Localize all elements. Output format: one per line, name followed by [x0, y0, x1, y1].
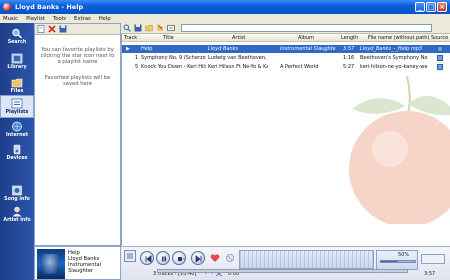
playlist-view-button[interactable]	[124, 250, 136, 262]
nav-artist-info[interactable]: Artist info	[0, 203, 34, 226]
app-icon	[3, 3, 11, 11]
save-playlist-icon[interactable]	[59, 25, 67, 33]
source-icon	[437, 64, 443, 70]
ban-icon[interactable]	[225, 253, 235, 263]
delete-playlist-icon[interactable]	[48, 25, 56, 33]
volume-slider[interactable]	[380, 260, 416, 263]
heart-icon[interactable]	[210, 253, 220, 263]
nav-search[interactable]: Search	[0, 25, 34, 48]
volume-panel: 50%	[376, 250, 418, 270]
library-icon	[11, 53, 23, 64]
title-bar: Lloyd Banks - Help _ □ ×	[0, 0, 450, 14]
nav-library[interactable]: Library	[0, 50, 34, 73]
folder-icon	[11, 78, 23, 88]
playlists-panel: You can favorite playlists by clicking t…	[34, 23, 121, 246]
menu-help[interactable]: Help	[99, 16, 111, 22]
artist-info-icon	[12, 206, 22, 217]
playlists-toolbar	[35, 24, 120, 35]
pause-icon	[162, 256, 166, 262]
nav-devices[interactable]: Devices	[0, 141, 34, 164]
seek-bar[interactable]	[157, 269, 408, 273]
list-icon	[127, 253, 133, 259]
magnifier-icon	[12, 28, 23, 39]
maximize-button[interactable]: □	[426, 2, 436, 12]
now-playing-panel: Help Lloyd Banks Instrumental Slaughter	[34, 246, 121, 280]
nav-playlists[interactable]: Playlists	[0, 95, 34, 118]
table-row[interactable]: 5 Knock You Down - Keri Hilso Keri Hilso…	[122, 63, 450, 71]
window-title: Lloyd Banks - Help	[15, 3, 84, 11]
column-title[interactable]: Title	[163, 35, 174, 41]
table-row[interactable]: 1 Symphony No. 9 (Scherzo) Ludwig van Be…	[122, 54, 450, 62]
open-folder-icon[interactable]	[145, 24, 153, 32]
column-length[interactable]: Length	[341, 35, 358, 41]
total-time: 3:57	[424, 271, 436, 277]
globe-icon	[12, 121, 22, 132]
player-controls: 50% 3 tracks - [10:40] 0:00 3:57	[121, 246, 450, 280]
nav-artist-info-label: Artist info	[3, 218, 31, 223]
nav-internet[interactable]: Internet	[0, 118, 34, 141]
menu-extras[interactable]: Extras	[74, 16, 91, 22]
column-album[interactable]: Album	[298, 35, 314, 41]
nav-internet-label: Internet	[5, 133, 29, 138]
menu-bar: Music Playlist Tools Extras Help	[0, 14, 450, 23]
album-cover	[37, 249, 65, 279]
track-list: Track Title Artist Album Length File nam…	[121, 34, 450, 246]
clear-icon[interactable]	[156, 24, 164, 32]
stop-button[interactable]	[172, 251, 186, 265]
search-icon[interactable]	[123, 24, 131, 32]
playing-indicator-icon: ▶	[126, 46, 130, 52]
nav-song-info[interactable]: Song info	[0, 182, 34, 205]
column-artist[interactable]: Artist	[232, 35, 245, 41]
now-playing-album: Instrumental Slaughter	[68, 262, 102, 274]
devices-icon	[13, 144, 21, 155]
favorite-saved-hint: Favorited playlists will be saved here	[44, 74, 111, 87]
menu-playlist[interactable]: Playlist	[26, 16, 45, 22]
column-source[interactable]: Source	[431, 35, 448, 41]
menu-music[interactable]: Music	[3, 16, 18, 22]
nav-devices-label: Devices	[6, 156, 28, 161]
track-list-header: Track Title Artist Album Length File nam…	[122, 34, 450, 42]
nav-search-label: Search	[7, 40, 27, 45]
column-filename[interactable]: File name (without path)	[368, 35, 429, 41]
volume-fill	[381, 261, 398, 262]
volume-percent: 50%	[398, 252, 410, 258]
song-info-icon	[12, 185, 22, 196]
list-toolbar	[121, 23, 450, 34]
table-row[interactable]: ▶ Help Lloyd Banks Instrumental Slaughte…	[122, 45, 450, 53]
source-icon	[437, 46, 443, 52]
menu-tools[interactable]: Tools	[53, 16, 66, 22]
nav-files[interactable]: Files	[0, 74, 34, 97]
favorite-hint: You can favorite playlists by clicking t…	[40, 47, 115, 66]
pause-button[interactable]	[156, 251, 170, 265]
playlist-icon	[11, 98, 23, 109]
background-fruit-image	[349, 75, 450, 224]
sidebar-nav: Search Library Files Playlists Internet …	[0, 23, 34, 280]
playlist-mode-icon[interactable]	[167, 24, 175, 32]
nav-playlists-label: Playlists	[5, 110, 29, 115]
stop-icon	[178, 257, 185, 261]
previous-icon	[145, 255, 152, 263]
column-track[interactable]: Track	[124, 35, 137, 41]
new-playlist-icon[interactable]	[37, 25, 45, 33]
source-icon	[437, 55, 443, 61]
next-icon	[195, 255, 202, 263]
search-input[interactable]	[181, 24, 432, 32]
nav-song-info-label: Song info	[4, 197, 30, 202]
save-icon[interactable]	[134, 24, 142, 32]
minimize-button[interactable]: _	[415, 2, 425, 12]
visualizer	[239, 250, 374, 269]
nav-library-label: Library	[7, 65, 27, 70]
previous-button[interactable]	[140, 251, 154, 265]
close-button[interactable]: ×	[437, 2, 447, 12]
next-button[interactable]	[191, 251, 205, 265]
nav-files-label: Files	[10, 89, 24, 94]
equalizer-button[interactable]	[421, 254, 445, 264]
